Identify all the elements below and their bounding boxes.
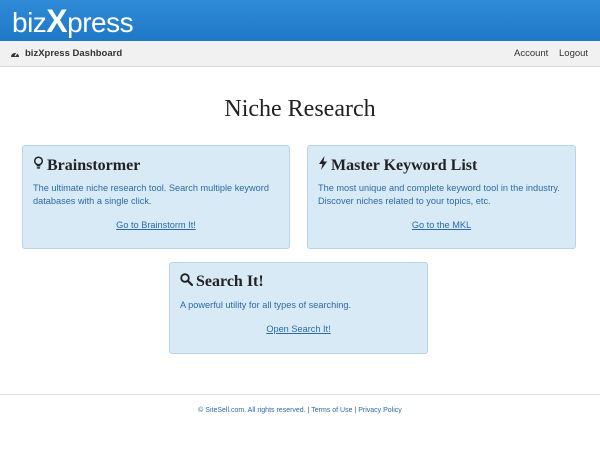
page-title: Niche Research: [224, 96, 376, 122]
logo-text-suffix: press: [67, 7, 134, 38]
footer: © SiteSell.com. All rights reserved. | T…: [0, 394, 600, 433]
lightbulb-icon: [33, 156, 44, 175]
logo-text-prefix: biz: [12, 7, 47, 38]
bolt-icon: [318, 156, 328, 175]
dashboard-link[interactable]: bizXpress Dashboard: [10, 41, 122, 66]
logout-link[interactable]: Logout: [559, 41, 588, 66]
footer-separator: |: [354, 407, 357, 414]
search-it-title: Search It!: [196, 273, 264, 290]
go-to-mkl-link[interactable]: Go to the MKL: [308, 220, 575, 230]
mkl-description: The most unique and complete keyword too…: [318, 183, 560, 206]
brainstormer-heading: Brainstormer: [33, 156, 140, 175]
brainstormer-title: Brainstormer: [47, 156, 141, 174]
privacy-policy-link[interactable]: Privacy Policy: [358, 407, 402, 414]
go-to-brainstorm-link[interactable]: Go to Brainstorm It!: [23, 220, 289, 230]
terms-of-use-link[interactable]: Terms of Use: [311, 407, 352, 414]
brainstormer-description: The ultimate niche research tool. Search…: [33, 183, 269, 206]
search-it-heading: Search It!: [180, 273, 264, 291]
mkl-heading: Master Keyword List: [318, 156, 477, 175]
copyright-text: © SiteSell.com. All rights reserved.: [198, 407, 306, 414]
top-navbar: bizXpress Dashboard Account Logout: [0, 41, 600, 67]
account-link[interactable]: Account: [514, 41, 548, 66]
open-search-it-link[interactable]: Open Search It!: [170, 324, 427, 334]
master-keyword-list-card: Master Keyword List The most unique and …: [307, 145, 576, 249]
bizxpress-logo[interactable]: bizXpress: [12, 2, 134, 40]
brand-header: bizXpress: [0, 0, 600, 41]
search-icon: [180, 273, 194, 291]
dashboard-label: bizXpress Dashboard: [25, 48, 123, 59]
footer-line: © SiteSell.com. All rights reserved. | T…: [0, 407, 600, 414]
brainstormer-card: Brainstormer The ultimate niche research…: [22, 145, 290, 249]
dashboard-icon: [10, 49, 20, 58]
search-it-description: A powerful utility for all types of sear…: [180, 300, 352, 310]
footer-separator: |: [307, 407, 310, 414]
mkl-title: Master Keyword List: [331, 156, 478, 174]
search-it-card: Search It! A powerful utility for all ty…: [169, 262, 428, 354]
logo-text-x: X: [46, 3, 68, 39]
